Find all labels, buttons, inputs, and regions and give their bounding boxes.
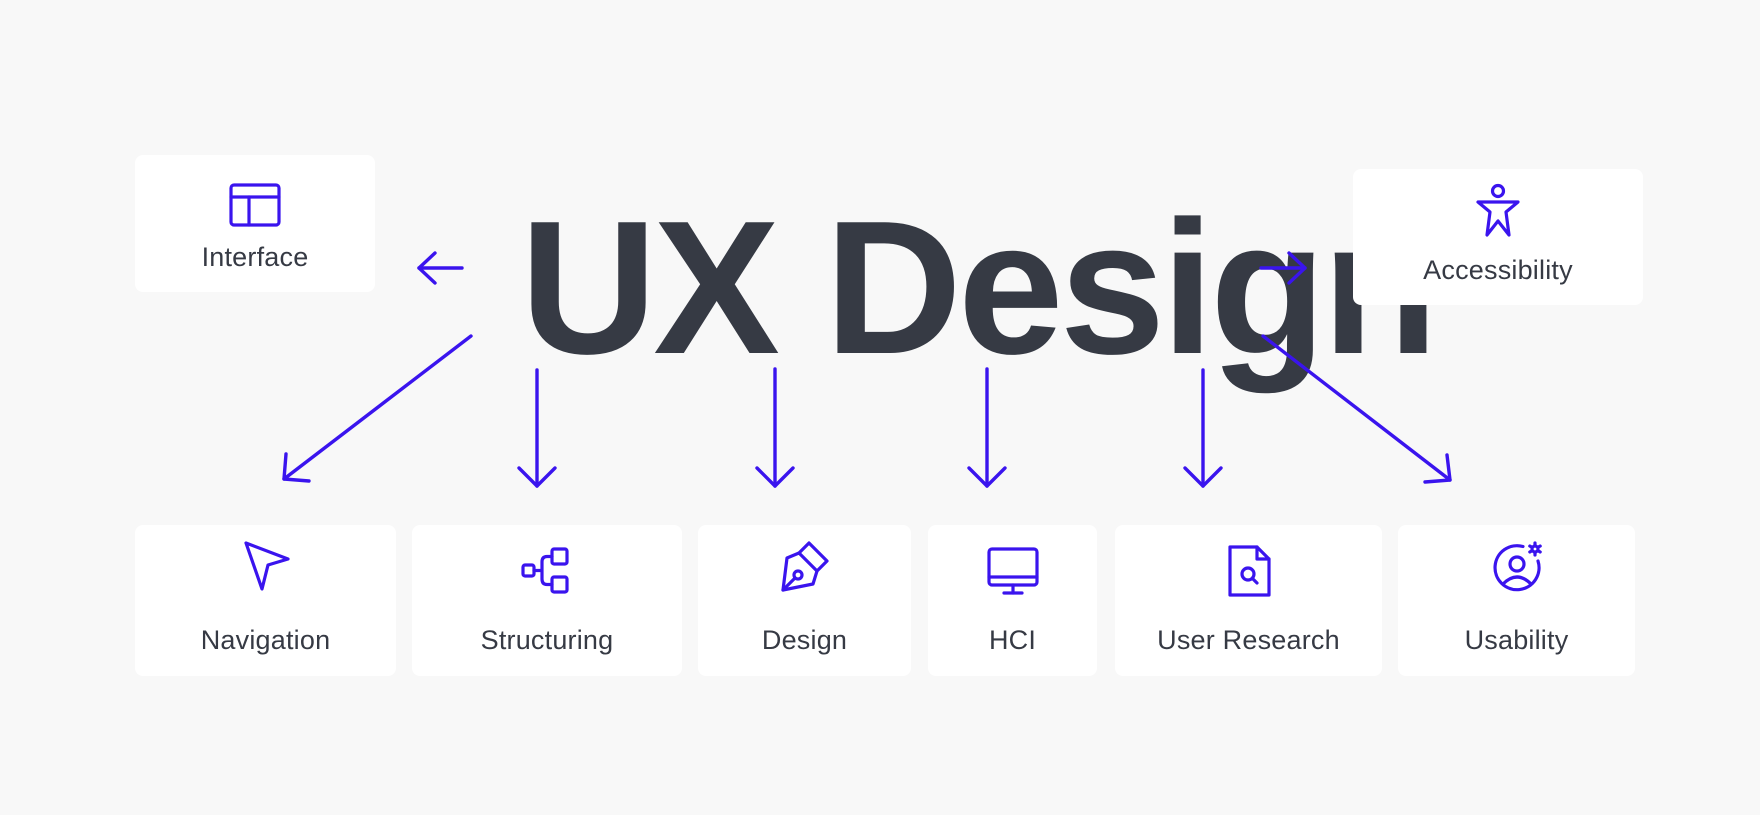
connector-arrows bbox=[282, 251, 1452, 488]
node-label: Accessibility bbox=[1423, 255, 1573, 285]
hierarchy-icon bbox=[519, 545, 575, 601]
node-navigation[interactable]: Navigation bbox=[135, 525, 396, 676]
node-label: Design bbox=[761, 625, 848, 655]
node-hci[interactable]: HCI bbox=[928, 525, 1097, 676]
node-structuring[interactable]: Structuring bbox=[412, 525, 682, 676]
node-interface[interactable]: Interface bbox=[135, 155, 375, 292]
arrow-to-navigation bbox=[282, 334, 473, 483]
user-settings-icon bbox=[1489, 540, 1545, 596]
diagram-title: UX Design bbox=[520, 182, 1438, 394]
node-label: Usability bbox=[1464, 625, 1569, 655]
cursor-arrow-icon bbox=[238, 539, 294, 595]
node-label: Navigation bbox=[200, 625, 331, 655]
monitor-icon bbox=[985, 545, 1041, 601]
node-label: Interface bbox=[201, 242, 309, 272]
node-usability[interactable]: Usability bbox=[1398, 525, 1635, 676]
node-accessibility[interactable]: Accessibility bbox=[1353, 169, 1643, 305]
arrow-to-interface bbox=[417, 251, 464, 285]
node-label: HCI bbox=[988, 625, 1037, 655]
node-design[interactable]: Design bbox=[698, 525, 911, 676]
layout-icon bbox=[227, 181, 283, 237]
node-user-research[interactable]: User Research bbox=[1115, 525, 1382, 676]
file-search-icon bbox=[1221, 543, 1277, 599]
node-label: Structuring bbox=[480, 625, 614, 655]
accessibility-icon bbox=[1470, 183, 1526, 239]
node-label: User Research bbox=[1157, 625, 1340, 655]
pen-tool-icon bbox=[777, 540, 833, 596]
